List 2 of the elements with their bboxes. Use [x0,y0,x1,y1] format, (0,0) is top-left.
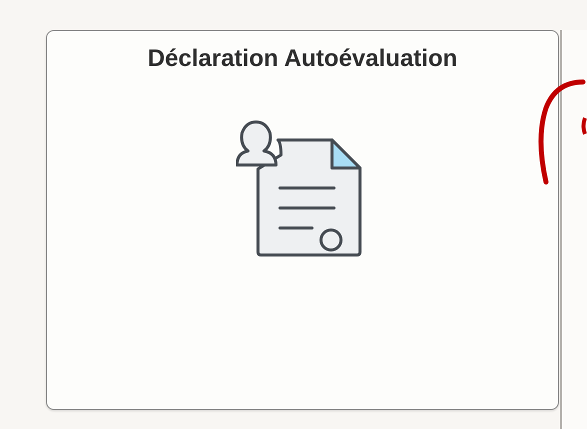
tile-card[interactable]: Déclaration Autoévaluation [46,30,559,410]
tile-title: Déclaration Autoévaluation [148,45,458,73]
